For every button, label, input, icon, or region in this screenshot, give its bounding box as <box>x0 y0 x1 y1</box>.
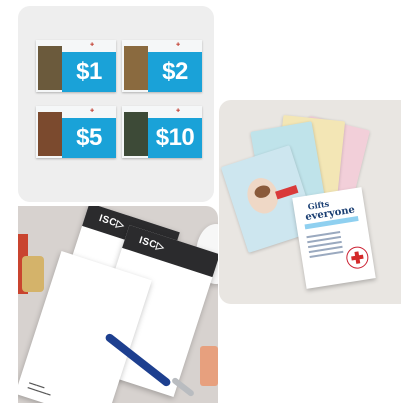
donation-card: ✚ $2 <box>122 40 202 92</box>
card-photo <box>124 112 148 156</box>
card-amount: $1 <box>62 52 116 92</box>
notepad-footer-text: ▬▬▬▬ ▬▬▬▬▬▬ <box>27 379 52 397</box>
donation-card: ✚ $10 <box>122 106 202 158</box>
card-amount: $5 <box>62 118 116 158</box>
card-amount: $10 <box>148 118 202 158</box>
body-text-lines <box>306 230 344 261</box>
card-photo <box>38 112 62 156</box>
red-cross-logo: ✚ <box>176 108 181 114</box>
red-cross-logo: ✚ <box>90 108 95 114</box>
gift-card-front: Gifts everyone <box>292 187 376 289</box>
orange-object <box>200 346 218 386</box>
card-photo <box>124 46 148 90</box>
red-cross-logo: ✚ <box>90 42 95 48</box>
card-photo <box>38 46 62 90</box>
donation-card: ✚ $5 <box>36 106 116 158</box>
donation-cards-photo: ✚ $1 ✚ $2 ✚ $5 ✚ $10 <box>18 6 214 202</box>
card-amount: $2 <box>148 52 202 92</box>
red-cross-badge <box>344 245 370 271</box>
donation-card: ✚ $1 <box>36 40 116 92</box>
notepad-photo: ISC▷ ISC▷ ▬▬▬▬ ▬▬▬▬▬▬ <box>18 206 218 403</box>
gift-cards-photo: Gifts everyone <box>219 100 401 304</box>
red-cross-logo: ✚ <box>176 42 181 48</box>
paperclips <box>22 256 44 292</box>
